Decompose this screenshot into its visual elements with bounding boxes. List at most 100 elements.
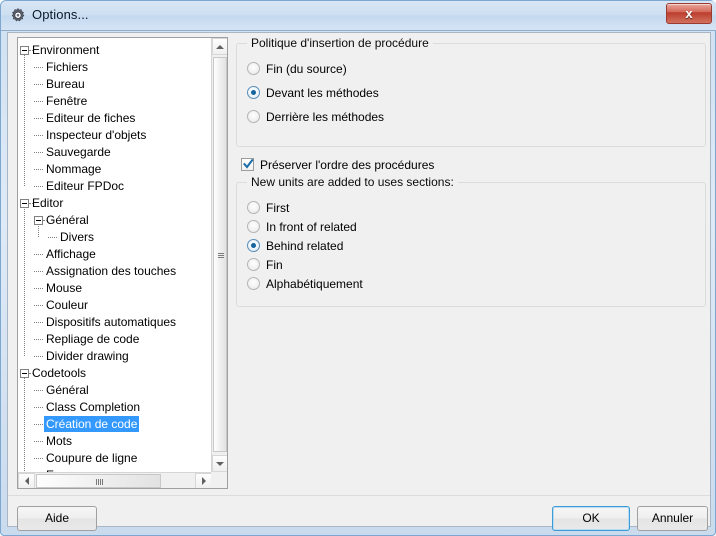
tree-connector bbox=[34, 118, 43, 119]
radio-button[interactable] bbox=[247, 277, 260, 290]
tree-item[interactable]: Class Completion bbox=[18, 399, 212, 416]
tree-item[interactable]: Mouse bbox=[18, 280, 212, 297]
tree-item-selected[interactable]: Création de code bbox=[18, 416, 212, 433]
radio-button-selected[interactable] bbox=[247, 86, 260, 99]
settings-pane: Politique d'insertion de procédure Fin (… bbox=[236, 36, 708, 489]
tree-item[interactable]: Mots bbox=[18, 433, 212, 450]
uses-sections-option-label: In front of related bbox=[266, 220, 357, 234]
insertion-policy-option-label: Devant les méthodes bbox=[266, 86, 379, 100]
radio-button[interactable] bbox=[247, 110, 260, 123]
tree-item[interactable]: Inspecteur d'objets bbox=[18, 127, 212, 144]
tree-connector bbox=[34, 254, 43, 255]
scroll-left-button[interactable] bbox=[18, 473, 35, 488]
tree-item[interactable]: Général bbox=[18, 382, 212, 399]
uses-sections-option-3[interactable]: Fin bbox=[247, 257, 627, 273]
tree-item-label: Mouse bbox=[46, 281, 83, 295]
preserve-order-checkbox-row[interactable]: Préserver l'ordre des procédures bbox=[241, 157, 541, 173]
tree-item-label: Fichiers bbox=[46, 60, 89, 74]
tree-item-label: Nommage bbox=[46, 162, 102, 176]
tree-item[interactable]: Editeur FPDoc bbox=[18, 178, 212, 195]
tree-connector bbox=[48, 237, 57, 238]
radio-button-selected[interactable] bbox=[247, 239, 260, 252]
chevron-up-icon bbox=[216, 44, 224, 49]
horizontal-scroll-thumb[interactable] bbox=[36, 474, 161, 488]
tree-connector bbox=[34, 356, 43, 357]
uses-sections-group: New units are added to uses sections: Fi… bbox=[236, 175, 706, 307]
cancel-button[interactable]: Annuler bbox=[637, 506, 708, 531]
radio-button[interactable] bbox=[247, 220, 260, 233]
tree-item[interactable]: Affichage bbox=[18, 246, 212, 263]
ok-button[interactable]: OK bbox=[552, 506, 630, 531]
tree-item[interactable]: Nommage bbox=[18, 161, 212, 178]
tree-connector bbox=[34, 305, 43, 306]
tree-item[interactable]: Couleur bbox=[18, 297, 212, 314]
tree-connector bbox=[34, 135, 43, 136]
tree-item[interactable]: Repliage de code bbox=[18, 331, 212, 348]
insertion-policy-option-2[interactable]: Derrière les méthodes bbox=[247, 109, 627, 125]
radio-button[interactable] bbox=[247, 201, 260, 214]
cancel-button-label: Annuler bbox=[651, 511, 694, 525]
tree-item[interactable]: Editor bbox=[18, 195, 212, 212]
tree-item[interactable]: Divider drawing bbox=[18, 348, 212, 365]
tree-connector bbox=[34, 288, 43, 289]
tree-collapse-icon[interactable] bbox=[20, 369, 29, 378]
uses-sections-option-4[interactable]: Alphabétiquement bbox=[247, 276, 627, 292]
footer-divider bbox=[8, 495, 710, 496]
scroll-thumb-grip bbox=[96, 479, 103, 485]
scroll-up-button[interactable] bbox=[212, 38, 227, 55]
close-button[interactable]: x bbox=[666, 3, 712, 24]
tree-item-label: Divers bbox=[60, 230, 95, 244]
scroll-down-button[interactable] bbox=[212, 455, 227, 472]
uses-sections-option-1[interactable]: In front of related bbox=[247, 219, 627, 235]
tree-item-label: Sauvegarde bbox=[46, 145, 111, 159]
tree-item-label: Création de code bbox=[44, 416, 140, 432]
tree-item[interactable]: Editeur de fiches bbox=[18, 110, 212, 127]
radio-button[interactable] bbox=[247, 258, 260, 271]
uses-sections-caption: New units are added to uses sections: bbox=[247, 175, 458, 189]
tree-item[interactable]: Dispositifs automatiques bbox=[18, 314, 212, 331]
uses-sections-option-label: First bbox=[266, 201, 290, 215]
options-tree[interactable]: Environment Fichiers Bureau Fenêtre Editeur … bbox=[18, 38, 212, 472]
uses-sections-option-0[interactable]: First bbox=[247, 200, 627, 216]
tree-connector bbox=[34, 407, 43, 408]
insertion-policy-option-label: Derrière les méthodes bbox=[266, 110, 385, 124]
tree-item[interactable]: Fenêtre bbox=[18, 93, 212, 110]
insertion-policy-caption: Politique d'insertion de procédure bbox=[247, 36, 433, 50]
close-icon: x bbox=[685, 6, 693, 21]
window-title: Options... bbox=[32, 7, 89, 22]
tree-collapse-icon[interactable] bbox=[20, 46, 29, 55]
tree-connector bbox=[34, 271, 43, 272]
tree-item[interactable]: Bureau bbox=[18, 76, 212, 93]
title-bar: Options... x bbox=[1, 1, 716, 31]
check-icon bbox=[243, 158, 254, 169]
preserve-order-label: Préserver l'ordre des procédures bbox=[260, 158, 435, 172]
tree-item[interactable]: Général bbox=[18, 212, 212, 229]
radio-button[interactable] bbox=[247, 62, 260, 75]
tree-item[interactable]: Environment bbox=[18, 42, 212, 59]
tree-item[interactable]: Divers bbox=[18, 229, 212, 246]
tree-item[interactable]: Fichiers bbox=[18, 59, 212, 76]
help-button[interactable]: Aide bbox=[17, 506, 97, 531]
tree-item[interactable]: Codetools bbox=[18, 365, 212, 382]
tree-connector bbox=[34, 441, 43, 442]
tree-connector bbox=[34, 169, 43, 170]
insertion-policy-option-label: Fin (du source) bbox=[266, 62, 347, 76]
tree-horizontal-scrollbar[interactable] bbox=[18, 472, 212, 488]
tree-collapse-icon[interactable] bbox=[20, 199, 29, 208]
preserve-order-checkbox[interactable] bbox=[241, 158, 254, 171]
tree-item-label: Divider drawing bbox=[46, 349, 129, 363]
insertion-policy-option-0[interactable]: Fin (du source) bbox=[247, 61, 627, 77]
tree-item-label: Editeur FPDoc bbox=[46, 179, 125, 193]
tree-item[interactable]: Sauvegarde bbox=[18, 144, 212, 161]
insertion-policy-option-1[interactable]: Devant les méthodes bbox=[247, 85, 627, 101]
tree-connector bbox=[34, 339, 43, 340]
tree-item[interactable]: Assignation des touches bbox=[18, 263, 212, 280]
chevron-right-icon bbox=[201, 477, 206, 485]
tree-item[interactable]: Coupure de ligne bbox=[18, 450, 212, 467]
vertical-scroll-thumb[interactable] bbox=[213, 57, 227, 452]
uses-sections-option-2[interactable]: Behind related bbox=[247, 238, 627, 254]
tree-vertical-scrollbar[interactable] bbox=[211, 38, 227, 472]
scroll-right-button[interactable] bbox=[195, 473, 212, 488]
tree-collapse-icon[interactable] bbox=[34, 216, 43, 225]
tree-connector bbox=[34, 186, 43, 187]
